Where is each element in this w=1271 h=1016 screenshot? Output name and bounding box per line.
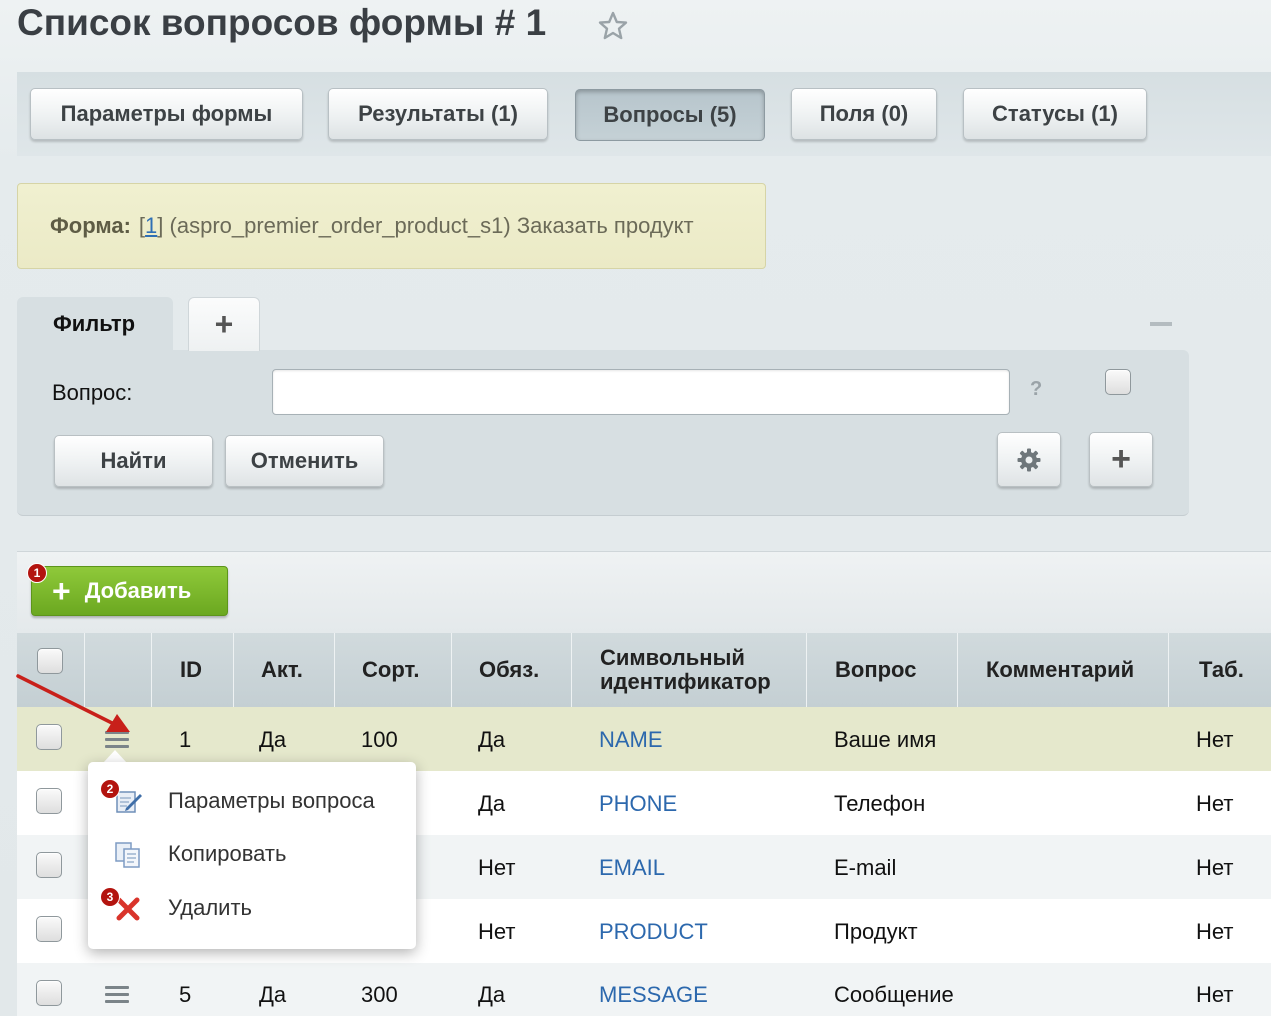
help-icon[interactable]: ? [1030, 378, 1042, 401]
tab-results[interactable]: Результаты (1) [328, 88, 548, 140]
step-badge-1: 1 [27, 563, 47, 583]
find-button[interactable]: Найти [54, 435, 213, 487]
cell-code-link[interactable]: EMAIL [599, 855, 665, 881]
column-required[interactable]: Обяз. [451, 633, 571, 707]
plus-icon: + [52, 573, 71, 609]
tab-statuses[interactable]: Статусы (1) [963, 88, 1147, 140]
row-checkbox[interactable] [36, 916, 62, 942]
tab-form-params[interactable]: Параметры формы [30, 88, 303, 140]
annotation-arrow [16, 674, 130, 732]
add-question-button[interactable]: + Добавить [31, 566, 228, 616]
filter-collapse-button[interactable] [1150, 322, 1172, 326]
add-button-label: Добавить [84, 578, 192, 603]
cell-question: E-mail [834, 855, 897, 880]
cell-code-link[interactable]: PRODUCT [599, 919, 708, 945]
cell-sort: 300 [361, 982, 398, 1007]
column-tab[interactable]: Таб. [1168, 633, 1271, 707]
cell-code-link[interactable]: MESSAGE [599, 982, 708, 1008]
cell-sort: 100 [361, 727, 398, 752]
cell-question: Телефон [834, 791, 926, 816]
menu-item-delete[interactable]: Удалить [168, 895, 252, 921]
column-active[interactable]: Акт. [233, 633, 334, 707]
row-checkbox[interactable] [36, 852, 62, 878]
cell-tab: Нет [1196, 919, 1234, 944]
tab-questions[interactable]: Вопросы (5) [575, 89, 765, 141]
row-menu-icon[interactable] [105, 986, 129, 1004]
cell-tab: Нет [1196, 982, 1234, 1007]
select-all-checkbox[interactable] [37, 648, 63, 674]
column-question[interactable]: Вопрос [806, 633, 957, 707]
cell-id: 5 [179, 982, 192, 1007]
gear-icon [1017, 448, 1041, 471]
cell-tab: Нет [1196, 855, 1234, 880]
filter-tab[interactable]: Фильтр [17, 297, 173, 353]
cell-id: 1 [179, 727, 192, 752]
cell-required: Да [478, 982, 506, 1007]
filter-checkbox[interactable] [1105, 369, 1131, 395]
cell-code-link[interactable]: PHONE [599, 791, 677, 817]
page-title: Список вопросов формы # 1 [17, 2, 547, 43]
column-sort[interactable]: Сорт. [334, 633, 451, 707]
cell-question: Ваше имя [834, 727, 937, 752]
column-id[interactable]: ID [151, 633, 233, 707]
form-id-link[interactable]: 1 [145, 213, 157, 239]
cell-active: Да [259, 727, 287, 752]
step-badge-2: 2 [100, 779, 120, 799]
cell-question: Продукт [834, 919, 918, 944]
cell-tab: Нет [1196, 791, 1234, 816]
form-notice: Форма: [1] (aspro_premier_order_product_… [17, 183, 766, 269]
cell-code-link[interactable]: NAME [599, 727, 663, 753]
cell-required: Нет [478, 855, 516, 880]
notice-text: (aspro_premier_order_product_s1) Заказат… [169, 213, 694, 238]
filter-add-field-button[interactable]: + [1089, 432, 1153, 487]
cell-required: Нет [478, 919, 516, 944]
cell-required: Да [478, 791, 506, 816]
menu-item-question-params[interactable]: Параметры вопроса [168, 788, 375, 814]
question-filter-input[interactable] [272, 369, 1010, 415]
cell-question: Сообщение [834, 982, 954, 1007]
question-field-label: Вопрос: [52, 380, 133, 405]
step-badge-3: 3 [100, 887, 120, 907]
cell-active: Да [259, 982, 287, 1007]
filter-add-tab[interactable]: + [188, 297, 260, 351]
star-icon[interactable] [597, 10, 629, 42]
tab-fields[interactable]: Поля (0) [791, 88, 937, 140]
column-comment[interactable]: Комментарий [957, 633, 1168, 707]
notice-label: Форма: [50, 213, 131, 238]
copy-icon [115, 842, 140, 868]
column-code[interactable]: Символьный идентификатор [571, 633, 806, 707]
cancel-button[interactable]: Отменить [225, 435, 384, 487]
row-checkbox[interactable] [36, 980, 62, 1006]
menu-item-copy[interactable]: Копировать [168, 841, 286, 867]
cell-required: Да [478, 727, 506, 752]
cell-tab: Нет [1196, 727, 1234, 752]
row-checkbox[interactable] [36, 788, 62, 814]
filter-settings-button[interactable] [997, 432, 1061, 487]
